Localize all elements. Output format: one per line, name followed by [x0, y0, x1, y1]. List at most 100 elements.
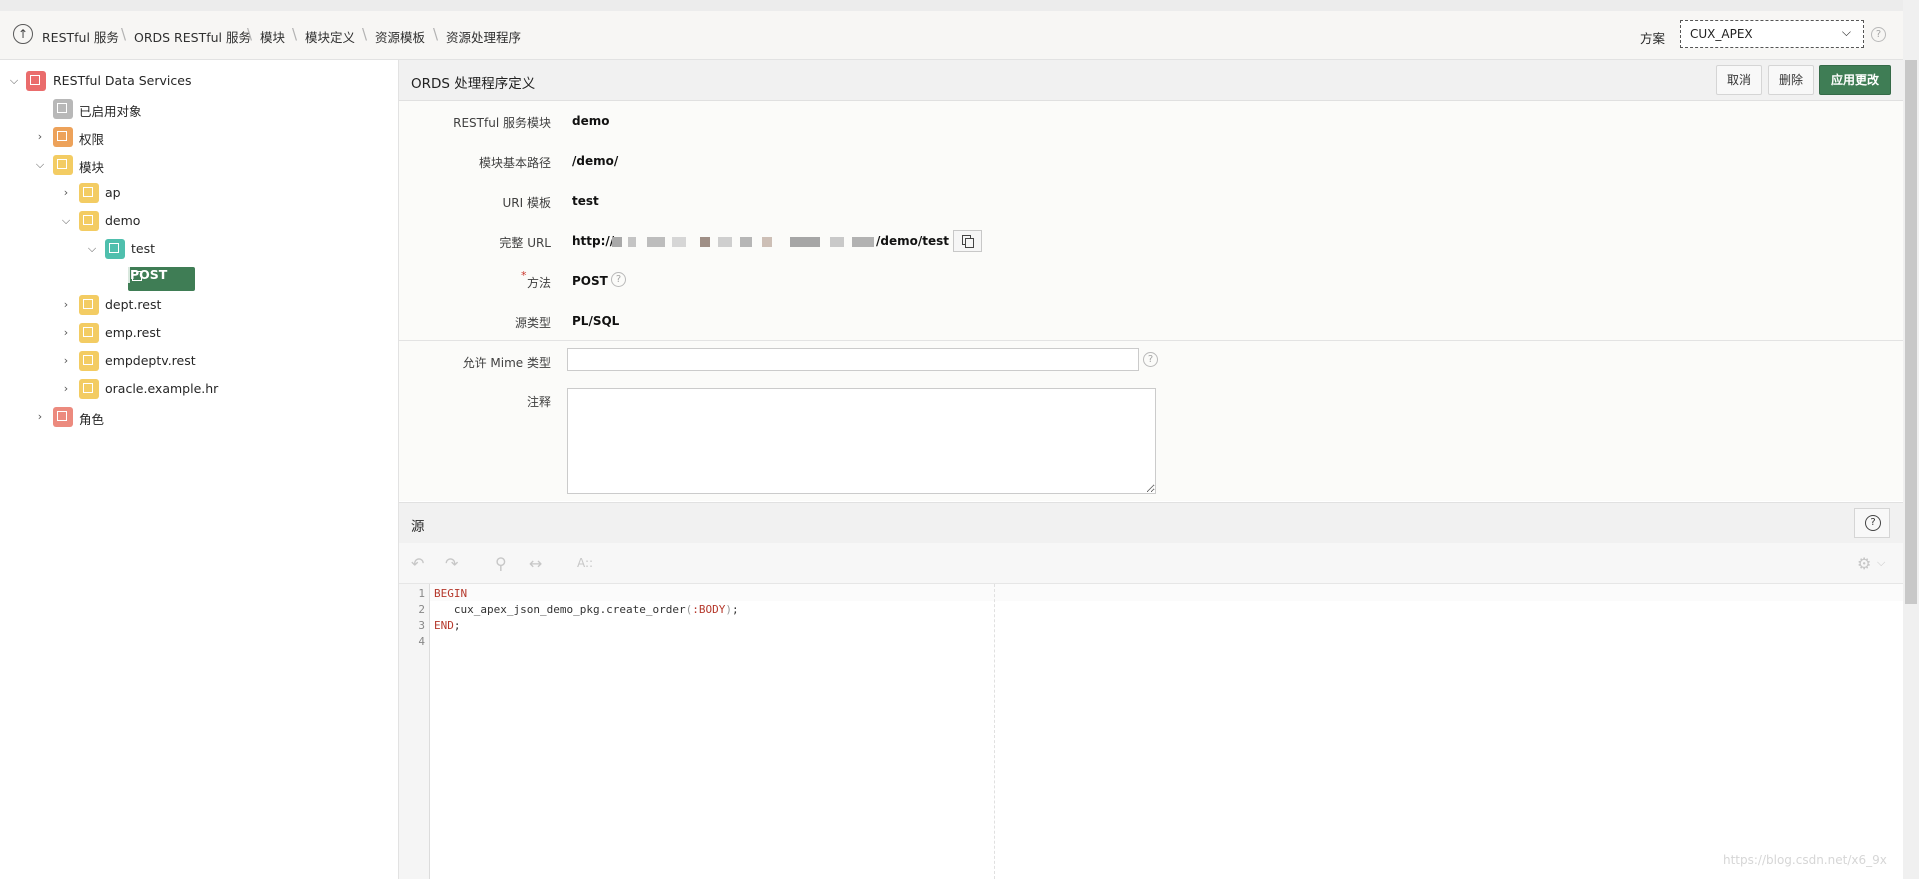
- breadcrumb-item-module-def[interactable]: 模块定义: [305, 27, 355, 46]
- copy-url-button[interactable]: [953, 230, 982, 252]
- editor-toolbar: ↶ ↷ ⚲ ↔ A:: ⚙ ⌵: [399, 543, 1903, 584]
- schema-select[interactable]: CUX_APEX ⌵: [1680, 20, 1864, 48]
- chevron-down-icon[interactable]: ⌵: [60, 210, 72, 232]
- tree-label: 角色: [79, 412, 105, 427]
- tree-panel: ⌵ RESTful Data Services 已启用对象 › 权限 ⌵ 模块 …: [0, 60, 399, 879]
- chevron-right-icon[interactable]: ›: [60, 182, 72, 204]
- method-value: POST: [572, 274, 608, 288]
- breadcrumb-item-modules[interactable]: 模块: [260, 27, 285, 46]
- module-cube-icon: [79, 351, 99, 371]
- line-number: 1: [418, 587, 425, 600]
- replace-icon[interactable]: ↔: [529, 554, 542, 573]
- source-help-button[interactable]: ?: [1854, 508, 1890, 538]
- line-gutter: 1 2 3 4: [399, 584, 430, 879]
- tree-node-module-demo[interactable]: ⌵ demo: [8, 210, 308, 232]
- tree-label: oracle.example.hr: [105, 381, 219, 396]
- schema-label: 方案: [1640, 31, 1666, 46]
- code-editor[interactable]: 1 2 3 4 BEGIN cux_apex_json_demo_pkg.cre…: [399, 584, 1903, 879]
- up-arrow-icon[interactable]: ↑: [13, 24, 33, 44]
- module-cube-icon: [79, 323, 99, 343]
- tree-node-module-ap[interactable]: › ap: [8, 182, 308, 204]
- tree-node-enabled-objects[interactable]: 已启用对象: [8, 98, 308, 120]
- module-value: demo: [572, 114, 610, 128]
- module-cube-icon: [79, 379, 99, 399]
- chevron-right-icon[interactable]: ›: [60, 322, 72, 344]
- comment-textarea[interactable]: [567, 388, 1156, 494]
- search-icon[interactable]: ⚲: [495, 554, 507, 573]
- tree-label: RESTful Data Services: [53, 73, 192, 88]
- chevron-down-icon[interactable]: ⌵: [8, 70, 20, 92]
- tree-label: emp.rest: [105, 325, 161, 340]
- autocomplete-icon[interactable]: A::: [577, 556, 593, 570]
- breadcrumb-item-resource-handler: 资源处理程序: [446, 30, 522, 45]
- watermark: https://blog.csdn.net/x6_9x: [1723, 853, 1887, 867]
- undo-icon[interactable]: ↶: [411, 554, 424, 573]
- code-line: END;: [434, 619, 461, 632]
- code-line: cux_apex_json_demo_pkg.create_order(:BOD…: [434, 603, 739, 616]
- chevron-right-icon[interactable]: ›: [60, 294, 72, 316]
- source-region-header: 源 ?: [399, 502, 1903, 544]
- source-type-value: PL/SQL: [572, 314, 620, 328]
- comment-label: 注释: [526, 395, 551, 409]
- tree-label: dept.rest: [105, 297, 162, 312]
- tree-label: test: [131, 241, 156, 256]
- help-icon: ?: [1865, 515, 1881, 531]
- help-icon[interactable]: ?: [611, 272, 626, 287]
- region-title: ORDS 处理程序定义: [411, 76, 536, 92]
- tree-label: ap: [105, 185, 121, 200]
- module-cube-icon: [79, 295, 99, 315]
- help-icon[interactable]: ?: [1871, 27, 1886, 42]
- uri-template-value: test: [572, 194, 599, 208]
- breadcrumb-separator: \: [362, 25, 368, 43]
- chevron-down-icon[interactable]: ⌵: [1877, 556, 1885, 570]
- mime-types-input[interactable]: [567, 348, 1139, 371]
- help-icon[interactable]: ?: [1143, 352, 1158, 367]
- page-scrollbar-thumb[interactable]: [1905, 60, 1917, 604]
- tree-node-module-oracle[interactable]: › oracle.example.hr: [8, 378, 308, 400]
- apply-changes-button[interactable]: 应用更改: [1819, 65, 1891, 95]
- tree-node-module-dept[interactable]: › dept.rest: [8, 294, 308, 316]
- chevron-down-icon[interactable]: ⌵: [34, 154, 46, 176]
- chevron-right-icon[interactable]: ›: [60, 350, 72, 372]
- rest-services-icon: [26, 71, 46, 91]
- chevron-down-icon[interactable]: ⌵: [86, 238, 98, 260]
- uri-template-label: URI 模板: [502, 196, 551, 210]
- breadcrumb-item-ords[interactable]: ORDS RESTful 服务: [134, 27, 251, 46]
- tree-node-modules[interactable]: ⌵ 模块: [8, 154, 308, 176]
- print-margin: [994, 584, 995, 879]
- breadcrumb-separator: \: [433, 25, 439, 43]
- module-label: RESTful 服务模块: [453, 116, 551, 130]
- delete-button[interactable]: 删除: [1768, 65, 1814, 95]
- current-line-highlight: [430, 584, 1903, 601]
- tree-node-module-emp[interactable]: › emp.rest: [8, 322, 308, 344]
- tree-node-privileges[interactable]: › 权限: [8, 126, 308, 148]
- tree-node-module-empdeptv[interactable]: › empdeptv.rest: [8, 350, 308, 372]
- tree-node-handler-post[interactable]: POST: [128, 267, 195, 291]
- form-divider: [399, 340, 1903, 341]
- breadcrumb-separator: \: [121, 25, 127, 43]
- tree-node-template-test[interactable]: ⌵ test: [8, 238, 308, 260]
- tree-node-root[interactable]: ⌵ RESTful Data Services: [8, 70, 308, 92]
- gear-icon[interactable]: ⚙: [1857, 554, 1871, 573]
- line-number: 3: [418, 619, 425, 632]
- full-url-label: 完整 URL: [499, 236, 551, 250]
- chevron-right-icon[interactable]: ›: [34, 126, 46, 148]
- template-icon: [105, 239, 125, 259]
- breadcrumb-separator: \: [292, 25, 298, 43]
- required-asterisk: *: [520, 269, 527, 282]
- tree-node-roles[interactable]: › 角色: [8, 406, 308, 428]
- enabled-objects-icon: [53, 99, 73, 119]
- tree-label: 权限: [79, 132, 105, 147]
- redo-icon[interactable]: ↷: [445, 554, 458, 573]
- method-label: * 方法: [520, 269, 551, 290]
- breadcrumb-item-resource-template[interactable]: 资源模板: [375, 27, 425, 46]
- breadcrumb-item-restful[interactable]: RESTful 服务: [42, 27, 119, 46]
- modules-icon: [53, 155, 73, 175]
- chevron-right-icon[interactable]: ›: [34, 406, 46, 428]
- source-type-label: 源类型: [514, 316, 551, 330]
- chevron-right-icon[interactable]: ›: [60, 378, 72, 400]
- cancel-button[interactable]: 取消: [1716, 65, 1762, 95]
- chevron-down-icon: ⌵: [1841, 25, 1851, 39]
- line-number: 2: [418, 603, 425, 616]
- breadcrumb-separator: \: [247, 25, 253, 43]
